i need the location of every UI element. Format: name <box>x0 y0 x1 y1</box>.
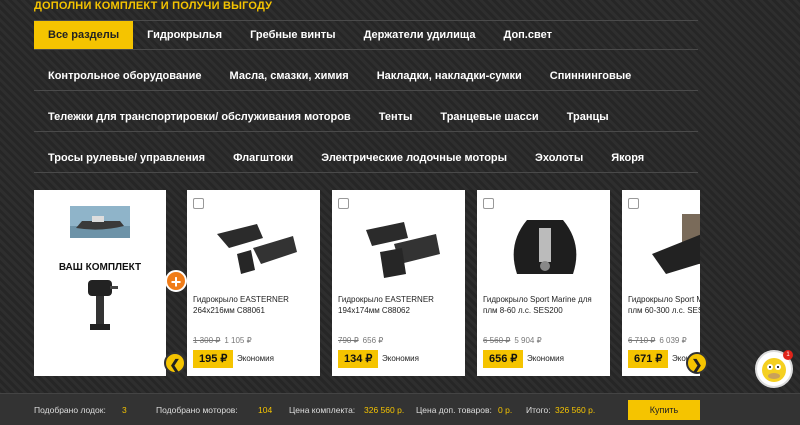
product-price-badge: 134 ₽ <box>338 350 379 368</box>
carousel-next-arrow[interactable]: ❯ <box>686 352 708 374</box>
product-price-badge: 656 ₽ <box>483 350 524 368</box>
product-carousel: ВАШ КОМПЛЕКТ Гидрокрыло EASTERNER 264x21… <box>34 190 700 376</box>
product-card[interactable]: Гидрокрыло EASTERNER 194x174мм C88062 79… <box>332 190 465 376</box>
product-name[interactable]: Гидрокрыло Sport Marine для плм 8-60 л.с… <box>483 294 607 316</box>
strike-price: 790 ₽ <box>338 336 359 345</box>
product-name[interactable]: Гидрокрыло EASTERNER 194x174мм C88062 <box>338 294 462 316</box>
category-propellers[interactable]: Гребные винты <box>236 21 349 49</box>
boats-label: Подобрано лодок: <box>34 405 106 415</box>
category-trolleys[interactable]: Тележки для транспортировки/ обслуживани… <box>34 103 365 131</box>
motors-label: Подобрано моторов: <box>156 405 238 415</box>
new-price: 1 105 ₽ <box>224 336 252 345</box>
product-price-badge: 195 ₽ <box>193 350 234 368</box>
product-image <box>217 224 297 274</box>
product-old-price: 6 710 ₽6 039 ₽ <box>628 336 687 345</box>
carousel-prev-arrow[interactable]: ❮ <box>164 352 186 374</box>
category-row: Тележки для транспортировки/ обслуживани… <box>34 102 698 132</box>
kit-price-value: 326 560 р. <box>364 405 405 415</box>
category-row: Все разделы Гидрокрылья Гребные винты Де… <box>34 20 698 50</box>
plus-icon: + <box>165 270 187 292</box>
new-price: 656 ₽ <box>362 336 384 345</box>
product-price-badge: 671 ₽ <box>628 350 669 368</box>
product-old-price: 6 560 ₽5 904 ₽ <box>483 336 542 345</box>
category-row: Тросы рулевые/ управления Флагштоки Элек… <box>34 143 698 173</box>
product-name[interactable]: Гидрокрыло Sport Marine для плм 60-300 л… <box>628 294 700 316</box>
extra-price-label: Цена доп. товаров: <box>416 405 492 415</box>
kit-label: ВАШ КОМПЛЕКТ <box>58 262 142 273</box>
buy-button[interactable]: Купить <box>628 400 700 420</box>
category-oils[interactable]: Масла, смазки, химия <box>216 62 363 90</box>
section-headline: ДОПОЛНИ КОМПЛЕКТ И ПОЛУЧИ ВЫГОДУ <box>34 0 273 12</box>
total-label: Итого: <box>526 405 551 415</box>
strike-price: 6 710 ₽ <box>628 336 656 345</box>
category-anchors[interactable]: Якоря <box>597 144 658 172</box>
boat-image <box>70 206 130 238</box>
product-old-price: 790 ₽656 ₽ <box>338 336 383 345</box>
category-all[interactable]: Все разделы <box>34 21 134 49</box>
category-control-equipment[interactable]: Контрольное оборудование <box>34 62 216 90</box>
new-price: 5 904 ₽ <box>514 336 542 345</box>
product-savings: Экономия <box>237 354 274 363</box>
new-price: 6 039 ₽ <box>659 336 687 345</box>
select-checkbox[interactable] <box>628 198 639 209</box>
strike-price: 1 300 ₽ <box>193 336 221 345</box>
category-transoms[interactable]: Транцы <box>553 103 623 131</box>
product-savings: Экономия <box>382 354 419 363</box>
category-tents[interactable]: Тенты <box>365 103 427 131</box>
category-extra-light[interactable]: Доп.свет <box>489 21 566 49</box>
total-value: 326 560 р. <box>555 405 596 415</box>
category-cables[interactable]: Тросы рулевые/ управления <box>34 144 219 172</box>
category-rod-holders[interactable]: Держатели удилища <box>350 21 490 49</box>
select-checkbox[interactable] <box>483 198 494 209</box>
extra-price-value: 0 р. <box>498 405 513 415</box>
kit-card: ВАШ КОМПЛЕКТ <box>34 190 166 376</box>
category-electric-motors[interactable]: Электрические лодочные моторы <box>307 144 521 172</box>
select-checkbox[interactable] <box>193 198 204 209</box>
strike-price: 6 560 ₽ <box>483 336 511 345</box>
category-row: Контрольное оборудование Масла, смазки, … <box>34 61 698 91</box>
kit-price-label: Цена комплекта: <box>289 405 356 415</box>
product-image <box>652 214 700 274</box>
motors-value: 104 <box>258 405 273 415</box>
category-spinning[interactable]: Спиннинговые <box>536 62 645 90</box>
product-image <box>366 222 440 278</box>
motor-image <box>88 280 118 330</box>
product-image <box>513 220 577 274</box>
product-savings: Экономия <box>527 354 564 363</box>
category-covers[interactable]: Накладки, накладки-сумки <box>363 62 536 90</box>
product-card[interactable]: Гидрокрыло EASTERNER 264x216мм C88061 1 … <box>187 190 320 376</box>
category-transom-wheels[interactable]: Транцевые шасси <box>426 103 552 131</box>
notification-badge: 1 <box>783 350 793 360</box>
product-card[interactable]: Гидрокрыло Sport Marine для плм 60-300 л… <box>622 190 700 376</box>
category-hydrofoils[interactable]: Гидрокрылья <box>133 21 236 49</box>
chat-widget-avatar[interactable]: 1 <box>755 350 793 388</box>
category-echo-sounders[interactable]: Эхолоты <box>521 144 597 172</box>
product-old-price: 1 300 ₽1 105 ₽ <box>193 336 252 345</box>
select-checkbox[interactable] <box>338 198 349 209</box>
summary-bar: Подобрано лодок: 3 Подобрано моторов: 10… <box>0 393 800 425</box>
category-flagpoles[interactable]: Флагштоки <box>219 144 307 172</box>
boats-value: 3 <box>122 405 127 415</box>
category-nav: Все разделы Гидрокрылья Гребные винты Де… <box>34 20 698 184</box>
product-card[interactable]: Гидрокрыло Sport Marine для плм 8-60 л.с… <box>477 190 610 376</box>
product-name[interactable]: Гидрокрыло EASTERNER 264x216мм C88061 <box>193 294 317 316</box>
